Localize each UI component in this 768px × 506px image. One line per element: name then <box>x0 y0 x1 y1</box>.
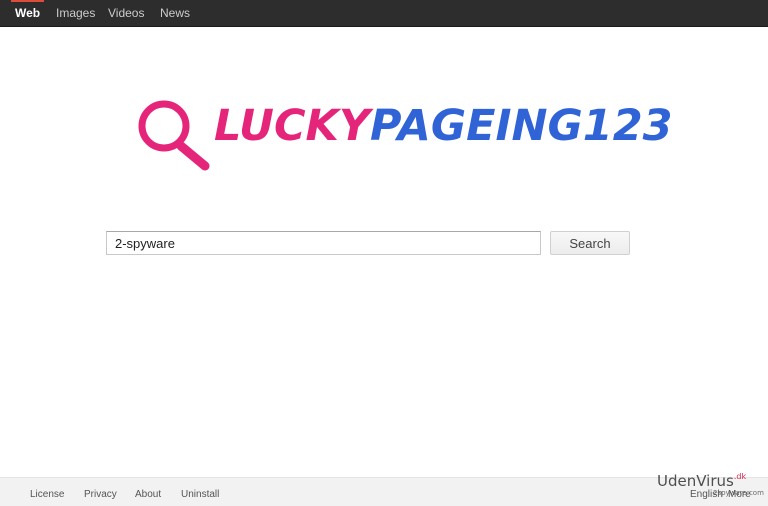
footer-link-about[interactable]: About <box>135 478 161 506</box>
search-input[interactable] <box>106 231 541 255</box>
magnifier-icon <box>138 100 210 171</box>
page: Web Images Videos News LUCKYPAGEING123 S… <box>0 0 768 506</box>
watermark: UdenVirus.dk 2spyware.com <box>657 472 764 497</box>
search-button[interactable]: Search <box>550 231 630 255</box>
watermark-subtext: 2spyware.com <box>713 489 764 497</box>
watermark-text: UdenVirus <box>657 472 734 490</box>
logo-text-lucky: LUCKY <box>214 101 370 151</box>
logo-wordmark: LUCKYPAGEING123 <box>214 98 673 154</box>
footer: License Privacy About Uninstall English … <box>0 477 768 506</box>
footer-link-license[interactable]: License <box>30 478 64 506</box>
top-nav-bar: Web Images Videos News <box>0 0 768 27</box>
footer-link-uninstall[interactable]: Uninstall <box>181 478 219 506</box>
nav-tab-news[interactable]: News <box>160 0 190 26</box>
footer-link-privacy[interactable]: Privacy <box>84 478 117 506</box>
watermark-suffix: .dk <box>733 472 747 481</box>
nav-tab-videos[interactable]: Videos <box>108 0 144 26</box>
nav-tab-images[interactable]: Images <box>56 0 95 26</box>
nav-tab-web[interactable]: Web <box>10 0 45 26</box>
site-logo: LUCKYPAGEING123 <box>134 92 673 174</box>
logo-text-pageing: PAGEING123 <box>369 101 673 151</box>
